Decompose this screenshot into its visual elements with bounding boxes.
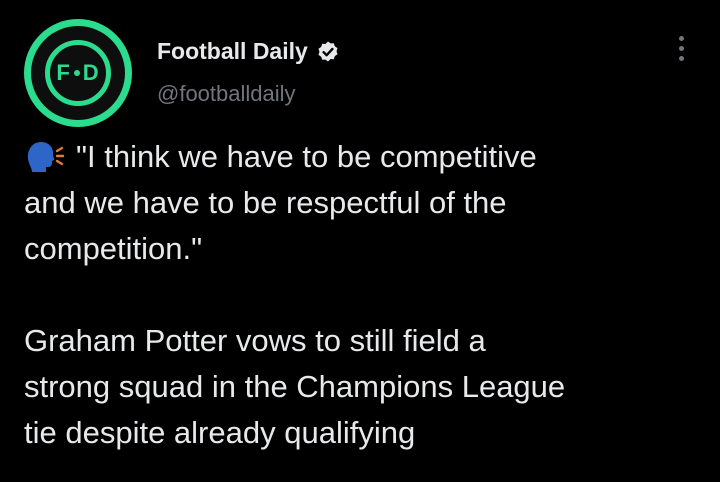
- author-handle[interactable]: @footballdaily: [157, 81, 296, 107]
- more-options-icon[interactable]: [672, 36, 690, 68]
- tweet-body-line-3: tie despite already qualifying: [24, 415, 416, 450]
- tweet-quote-line-1: "I think we have to be competitive: [76, 139, 537, 174]
- avatar-logo: FD: [31, 26, 125, 120]
- avatar-letter-left: F: [56, 60, 71, 85]
- more-dot: [678, 56, 684, 61]
- avatar-dot: [73, 70, 80, 76]
- avatar-letter-right: D: [82, 60, 100, 85]
- author-display-name-row[interactable]: Football Daily: [157, 38, 340, 65]
- verified-badge-icon: [318, 41, 338, 61]
- avatar[interactable]: FD: [24, 19, 132, 127]
- tweet-body-line-1: Graham Potter vows to still field a: [24, 323, 486, 358]
- tweet-quote-line-2: and we have to be respectful of the: [24, 185, 507, 220]
- more-dot: [678, 46, 684, 51]
- avatar-inner: FD: [31, 26, 125, 120]
- tweet-card: FD Football Daily @footballdaily "I thin…: [0, 0, 720, 482]
- author-display-name[interactable]: Football Daily: [157, 38, 308, 65]
- more-dot: [678, 36, 684, 41]
- tweet-quote-line: "I think we have to be competitive: [24, 134, 704, 180]
- tweet-body-line-2: strong squad in the Champions League: [24, 369, 566, 404]
- tweet-text: "I think we have to be competitive and w…: [24, 134, 704, 456]
- tweet-quote-line-3: competition.": [24, 231, 203, 266]
- speaking-head-icon: [27, 142, 65, 172]
